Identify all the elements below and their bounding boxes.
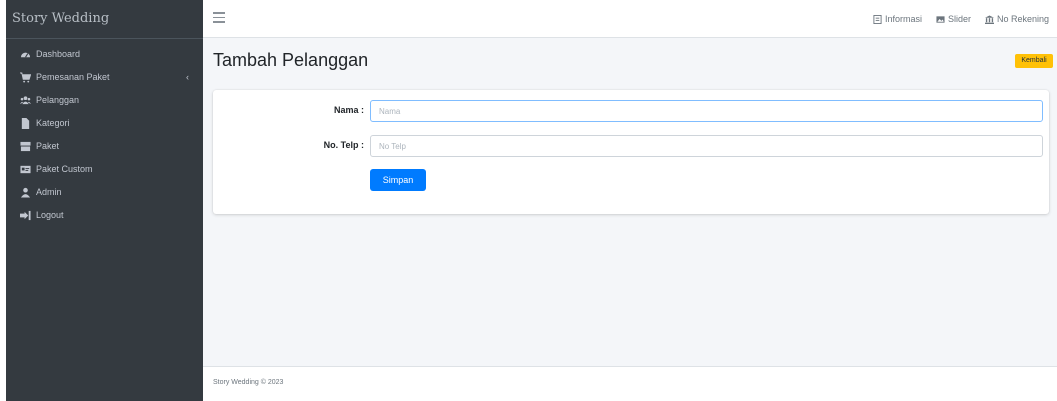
sidebar-item-label: Admin: [36, 187, 62, 197]
topbar-link-label: Slider: [947, 14, 971, 24]
save-button[interactable]: Simpan: [370, 169, 426, 191]
sidebar-item-paket-custom[interactable]: Paket Custom: [6, 158, 203, 181]
chevron-left-icon: ‹: [186, 72, 189, 82]
box-icon: [20, 141, 31, 152]
sidebar-item-label: Paket: [36, 141, 60, 151]
topbar-link-label: No Rekening: [996, 14, 1049, 24]
sidebar-item-pemesanan-paket[interactable]: Pemesanan Paket ‹: [6, 66, 203, 89]
sidebar-item-kategori[interactable]: Kategori: [6, 112, 203, 135]
hamburger-menu-icon[interactable]: [213, 12, 225, 24]
sidebar-item-paket[interactable]: Paket: [6, 135, 203, 158]
back-button[interactable]: Kembali: [1015, 54, 1053, 68]
sidebar-item-label: Logout: [36, 210, 64, 220]
phone-row: No. Telp :: [213, 135, 1049, 159]
topbar-link-no-rekening[interactable]: No Rekening: [984, 14, 1049, 24]
top-links: Informasi Slider No Rekening: [873, 0, 1049, 38]
brand-logo[interactable]: Story Wedding: [6, 0, 203, 39]
sidebar-item-admin[interactable]: Admin: [6, 181, 203, 204]
footer-text: Story Wedding © 2023: [213, 379, 284, 386]
sidebar-item-label: Kategori: [36, 118, 70, 128]
sign-out-icon: [20, 210, 31, 221]
sidebar-item-pelanggan[interactable]: Pelanggan: [6, 89, 203, 112]
page-title: Tambah Pelanggan: [213, 50, 369, 70]
phone-input[interactable]: [370, 135, 1043, 157]
shopping-cart-icon: [20, 72, 31, 83]
topbar-link-informasi[interactable]: Informasi: [873, 14, 922, 24]
phone-label: No. Telp :: [323, 140, 364, 150]
sidebar-item-label: Paket Custom: [36, 164, 93, 174]
form-card: Nama : No. Telp : Simpan: [213, 90, 1049, 214]
content-area: Tambah Pelanggan Kembali Nama : No. Telp…: [203, 38, 1057, 393]
image-icon: [936, 15, 945, 24]
top-navbar: Informasi Slider No Rekening: [203, 0, 1057, 38]
tachometer-icon: [20, 49, 31, 60]
sidebar-item-logout[interactable]: Logout: [6, 204, 203, 227]
footer: Story Wedding © 2023: [203, 366, 1057, 401]
name-input[interactable]: [370, 100, 1043, 122]
sidebar-nav: Dashboard Pemesanan Paket ‹ Pelanggan Ka…: [6, 43, 203, 227]
sidebar: Story Wedding Dashboard Pemesanan Paket …: [6, 0, 203, 401]
users-icon: [20, 95, 31, 106]
topbar-link-slider[interactable]: Slider: [936, 14, 971, 24]
sidebar-item-dashboard[interactable]: Dashboard: [6, 43, 203, 66]
sidebar-item-label: Pemesanan Paket: [36, 72, 110, 82]
sidebar-item-label: Dashboard: [36, 49, 81, 59]
info-icon: [873, 14, 882, 24]
file-icon: [20, 118, 31, 129]
name-row: Nama :: [213, 100, 1049, 124]
bank-icon: [984, 14, 994, 24]
id-card-icon: [20, 164, 31, 175]
user-icon: [20, 187, 31, 198]
topbar-link-label: Informasi: [884, 14, 922, 24]
sidebar-item-label: Pelanggan: [36, 95, 80, 105]
name-label: Nama :: [333, 105, 364, 115]
